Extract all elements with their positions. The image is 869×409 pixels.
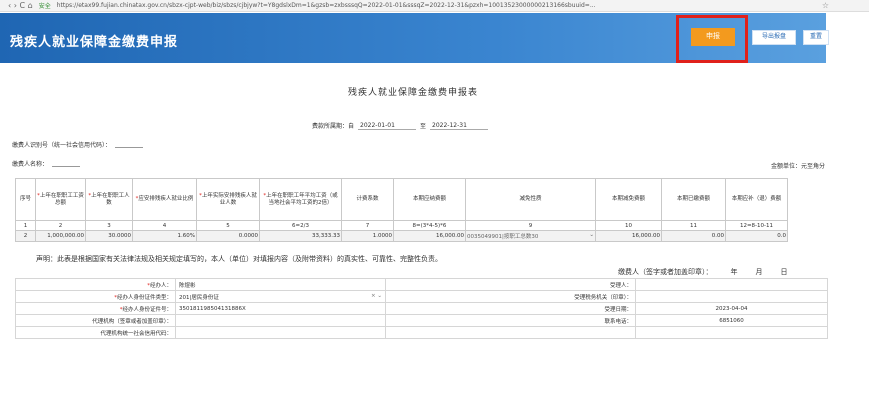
header-cell: *上年实际安排残疾人就业人数 (196, 178, 260, 221)
signature-label: 缴费人（签字或者加盖印章）： (618, 268, 713, 276)
handler-info-table: 经办人： 陈煜彬 受理人： 经办人身份证件类型： 201|居民身份证× ⌄ 受理… (15, 278, 828, 339)
table-row: 经办人身份证件类型： 201|居民身份证× ⌄ 受理税务机关（印章）： (15, 290, 828, 303)
disabled-employed-field[interactable]: 0.0000 (196, 230, 260, 242)
payer-name-label: 缴费人名称： (12, 161, 49, 168)
column-number: 8=(3*4-5)*6 (393, 220, 466, 231)
agent-field[interactable] (175, 314, 386, 327)
header-cell: 本期应纳费额 (393, 178, 466, 221)
accepter-field (635, 278, 828, 291)
average-wage-field: 33,333.33 (259, 230, 342, 242)
payer-name-field (52, 161, 81, 167)
phone-field: 6851060 (635, 314, 828, 327)
period-to-field[interactable]: 2022-12-31 (430, 122, 489, 130)
column-number: 10 (595, 220, 662, 231)
page-title: 残疾人就业保障金缴费申报 (10, 35, 179, 50)
column-number: 12=8-10-11 (725, 220, 788, 231)
form-title: 残疾人就业保障金缴费申报表 (347, 88, 478, 98)
header-cell: 本期减免费额 (595, 178, 662, 221)
payer-id-row: 缴费人识别号（统一社会信用代码）： (12, 140, 144, 149)
column-number: 7 (341, 220, 394, 231)
header-cell: 本期已缴费额 (661, 178, 726, 221)
handler-field[interactable]: 陈煜彬 (175, 278, 386, 291)
table-row: 代理机构（签章或者加盖印章）： 联系电话： 6851060 (15, 314, 828, 327)
tax-office-field (635, 290, 828, 303)
accept-date-label: 受理日期： (385, 302, 636, 315)
browser-toolbar: ‹ › C ⌂ 安全 https://etax99.fujian.chinata… (0, 0, 869, 12)
payer-id-label: 缴费人识别号（统一社会信用代码）： (12, 142, 112, 149)
table-row: 代理机构统一社会信用代码： (15, 326, 828, 339)
agent-label: 代理机构（签章或者加盖印章）： (15, 314, 176, 327)
refund-fee-field: 0.0 (725, 230, 788, 242)
secure-badge: 安全 (38, 3, 51, 10)
header-cell: 计费系数 (341, 178, 394, 221)
column-number: 4 (132, 220, 197, 231)
row-index: 2 (15, 230, 36, 242)
reduction-fee-field: 16,000.00 (595, 230, 662, 242)
period-to-label: 至 (420, 123, 427, 130)
signature-month: 月 (755, 268, 763, 276)
reduction-type-select[interactable]: 0035049901|按职工总数30 ⌄ (465, 230, 596, 242)
signature-year: 年 (730, 268, 738, 276)
disabled-ratio-field: 1.60% (132, 230, 197, 242)
agent-code-field[interactable] (175, 326, 386, 339)
table-row: 经办人身份证件号： 350181198504131886X 受理日期： 2023… (15, 302, 828, 315)
column-number: 6=2/3 (259, 220, 342, 231)
export-button[interactable]: 导出报盘 (752, 30, 796, 45)
id-type-select[interactable]: 201|居民身份证 × ⌄ (175, 290, 386, 303)
id-number-label: 经办人身份证件号： (15, 302, 176, 315)
handler-label: 经办人： (15, 278, 176, 291)
fee-table: 序号 *上年在职职工工资总额 *上年在职职工人数 *应安排残疾人就业比例 *上年… (15, 178, 788, 242)
fee-coefficient-field: 1.0000 (341, 230, 394, 242)
employee-count-field[interactable]: 30.0000 (85, 230, 133, 242)
column-number: 9 (465, 220, 596, 231)
header-cell: *上年在职职工工资总额 (35, 178, 86, 221)
header-cell: 序号 (15, 178, 36, 221)
table-header-row: 序号 *上年在职职工工资总额 *上年在职职工人数 *应安排残疾人就业比例 *上年… (15, 178, 788, 221)
total-wages-field[interactable]: 1,000,000.00 (35, 230, 86, 242)
paid-fee-field: 0.00 (661, 230, 726, 242)
column-number: 2 (35, 220, 86, 231)
payer-name-row: 缴费人名称： (12, 159, 81, 168)
column-number: 1 (15, 220, 36, 231)
header-cell: *上年在职职工年平均工资（或当地社会平均工资的2倍） (259, 178, 342, 221)
header-cell: 减免性质 (465, 178, 596, 221)
column-number: 11 (661, 220, 726, 231)
empty-cell (635, 326, 828, 339)
signature-row: 缴费人（签字或者加盖印章）： 年 月 日 (618, 267, 788, 277)
column-number: 5 (196, 220, 260, 231)
bookmark-star-icon[interactable]: ☆ (822, 1, 829, 10)
address-bar[interactable]: https://etax99.fujian.chinatax.gov.cn/sb… (57, 2, 757, 9)
amount-unit: 金额单位：元至角分 (770, 163, 825, 170)
id-type-label: 经办人身份证件类型： (15, 290, 176, 303)
declare-button[interactable]: 申报 (691, 28, 735, 46)
period-label: 费款所属期：自 (312, 123, 355, 130)
header-cell: *上年在职职工人数 (85, 178, 133, 221)
period-from-field[interactable]: 2022-01-01 (358, 122, 417, 130)
chevron-down-icon[interactable]: ⌄ (589, 232, 594, 238)
id-number-field[interactable]: 350181198504131886X (175, 302, 386, 315)
phone-label: 联系电话： (385, 314, 636, 327)
reset-button[interactable]: 重置 (803, 30, 829, 45)
browser-nav-icons[interactable]: ‹ › C ⌂ (8, 0, 33, 12)
fee-period: 费款所属期：自 2022-01-01 至 2022-12-31 (312, 121, 489, 130)
column-number: 3 (85, 220, 133, 231)
payable-fee-field: 16,000.00 (393, 230, 466, 242)
accepter-label: 受理人： (385, 278, 636, 291)
empty-cell (385, 326, 636, 339)
signature-day: 日 (780, 268, 788, 276)
agent-code-label: 代理机构统一社会信用代码： (15, 326, 176, 339)
column-number-row: 1 2 3 4 5 6=2/3 7 8=(3*4-5)*6 9 10 11 12… (15, 220, 788, 231)
table-row: 2 1,000,000.00 30.0000 1.60% 0.0000 33,3… (15, 230, 788, 242)
table-row: 经办人： 陈煜彬 受理人： (15, 278, 828, 291)
clear-dropdown-icon[interactable]: × ⌄ (371, 293, 382, 299)
declaration-text: 声明：此表是根据国家有关法律法规及相关规定填写的，本人（单位）对填报内容（及附带… (36, 255, 442, 263)
payer-id-field (115, 142, 144, 148)
header-cell: 本期应补（退）费额 (725, 178, 788, 221)
accept-date-field: 2023-04-04 (635, 302, 828, 315)
header-cell: *应安排残疾人就业比例 (132, 178, 197, 221)
tax-office-label: 受理税务机关（印章）： (385, 290, 636, 303)
